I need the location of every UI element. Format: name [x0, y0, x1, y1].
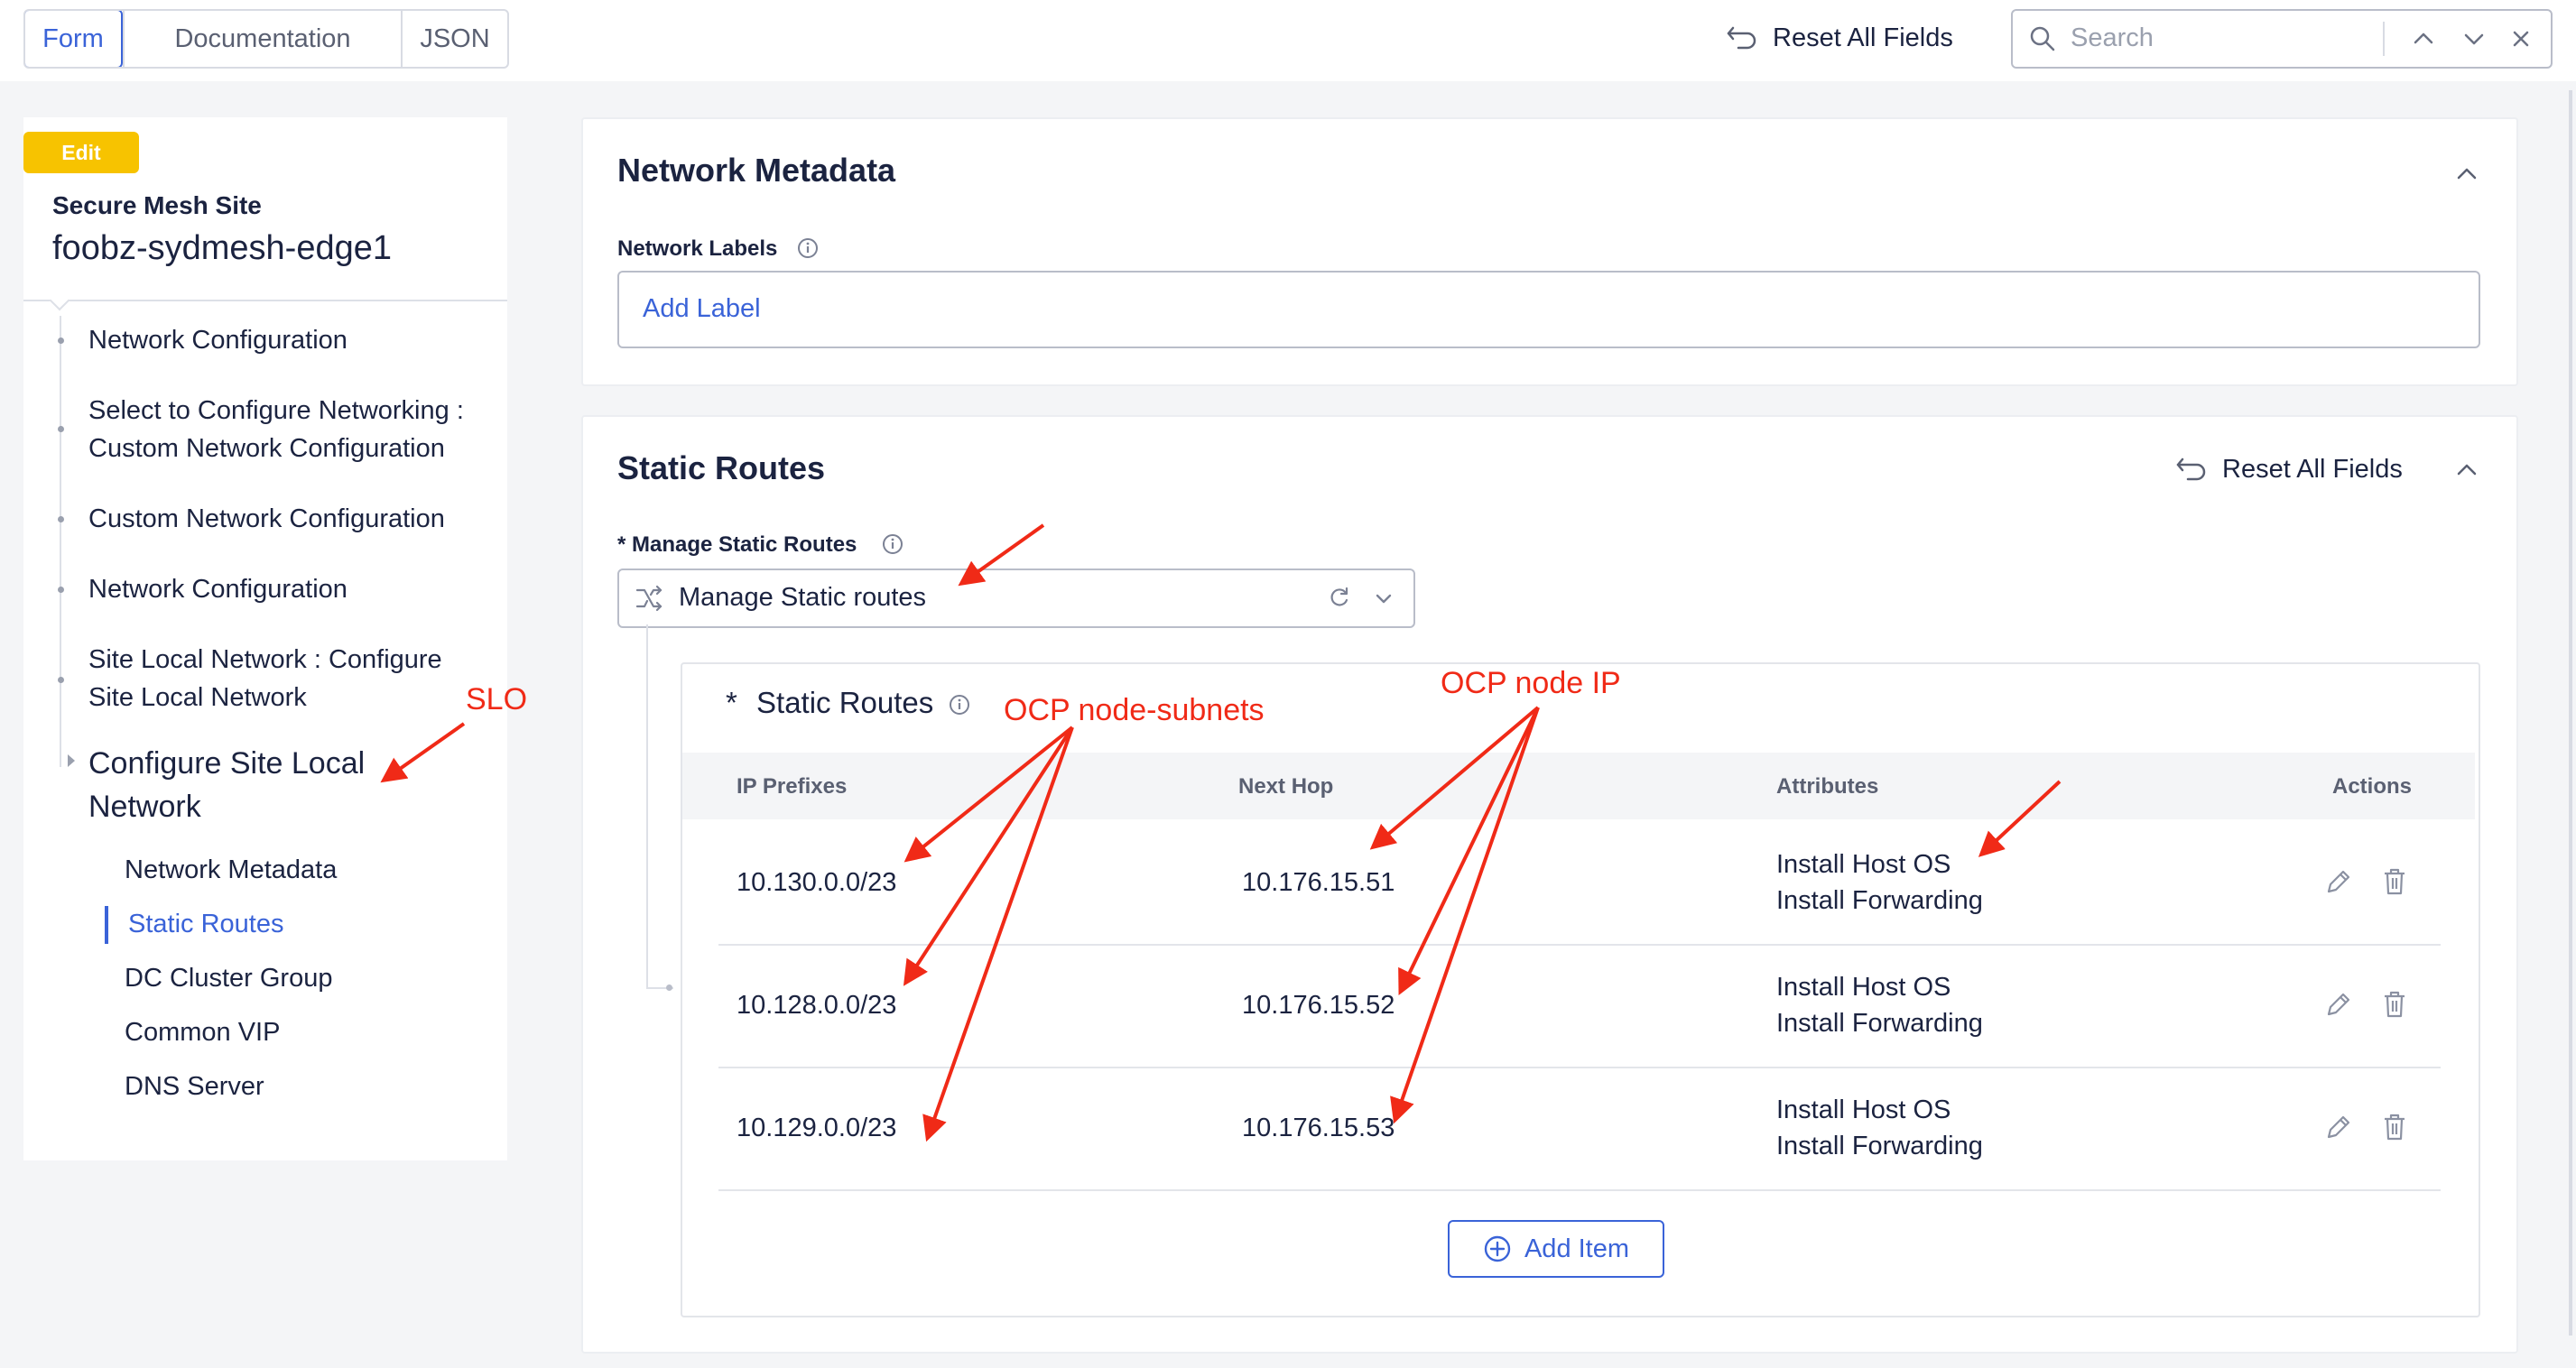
annotation-arrow: [922, 726, 1074, 1142]
annotation-arrow: [958, 523, 1045, 587]
annotation-arrow: [380, 722, 466, 783]
annotation-arrows: [380, 523, 2062, 1142]
annotation-arrow: [1978, 780, 2062, 857]
annotation-arrow: [1398, 707, 1540, 996]
annotation-arrow: [903, 726, 1074, 986]
